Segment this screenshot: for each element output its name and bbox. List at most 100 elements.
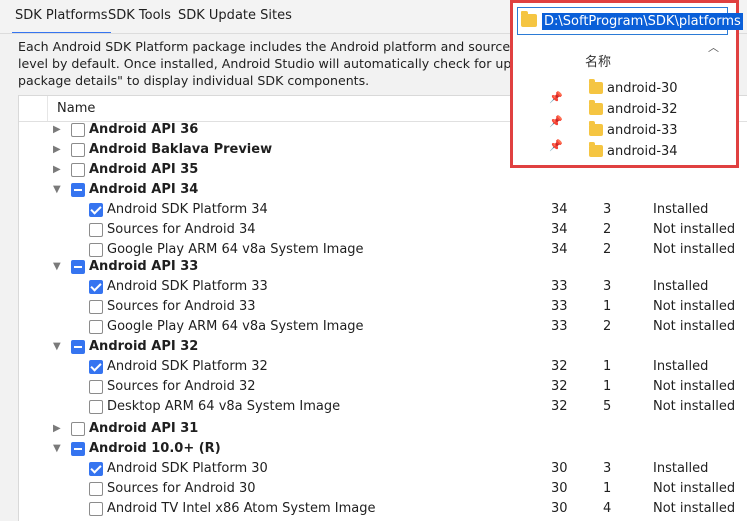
chevron-right-icon[interactable]: ▶ [53, 164, 61, 175]
row-name: Sources for Android 30 [107, 481, 256, 496]
row-checkbox[interactable] [89, 223, 103, 237]
table-row[interactable]: Google Play ARM 64 v8a System Image 33 2 No… [19, 318, 747, 338]
chevron-right-icon[interactable]: ▶ [53, 124, 61, 135]
row-checkbox[interactable] [89, 502, 103, 516]
row-name: Desktop ARM 64 v8a System Image [107, 399, 341, 414]
table-row[interactable]: Sources for Android 33 33 1 Not installed [19, 298, 747, 318]
row-checkbox[interactable] [71, 183, 85, 197]
row-api-level: 34 [551, 202, 568, 217]
row-api-level: 33 [551, 279, 568, 294]
file-explorer-popup: D:\SoftProgram\SDK\platforms ︿ 名称 📌 📌 📌 … [510, 0, 743, 168]
row-name: Android API 31 [89, 421, 199, 436]
row-checkbox[interactable] [71, 143, 85, 157]
table-row[interactable]: Sources for Android 30 30 1 Not installed [19, 480, 747, 500]
row-name: Android API 33 [89, 259, 199, 274]
row-revision: 3 [603, 202, 612, 217]
tab-sdk-tools[interactable]: SDK Tools [108, 8, 171, 23]
row-api-level: 34 [551, 222, 568, 237]
chevron-down-icon[interactable]: ▼ [53, 184, 61, 195]
row-name: Android SDK Platform 30 [107, 461, 268, 476]
folder-icon [589, 79, 603, 94]
table-group-row[interactable]: ▼ Android API 33 [19, 258, 747, 278]
row-api-level: 30 [551, 481, 568, 496]
row-status: Installed [653, 461, 709, 476]
header-divider [47, 96, 48, 121]
chevron-right-icon[interactable]: ▶ [53, 144, 61, 155]
tab-sdk-update-sites[interactable]: SDK Update Sites [178, 8, 292, 23]
folder-icon [589, 100, 603, 115]
chevron-down-icon[interactable]: ▼ [53, 261, 61, 272]
table-group-row[interactable]: ▼ Android 10.0+ (R) [19, 440, 747, 460]
table-row[interactable]: Android SDK Platform 33 33 3 Installed [19, 278, 747, 298]
folder-icon [521, 11, 537, 27]
row-checkbox[interactable] [89, 300, 103, 314]
table-row[interactable]: Desktop ARM 64 v8a System Image 32 5 Not in… [19, 398, 747, 418]
pin-icon[interactable]: 📌 [549, 91, 563, 104]
row-revision: 5 [603, 399, 612, 414]
row-checkbox[interactable] [89, 280, 103, 294]
row-status: Not installed [653, 399, 736, 414]
row-checkbox[interactable] [71, 422, 85, 436]
row-name: Android API 34 [89, 182, 199, 197]
table-row[interactable]: Android SDK Platform 30 30 3 Installed [19, 460, 747, 480]
description-line-1: Each Android SDK Platform package includ… [18, 39, 518, 54]
row-name: Sources for Android 32 [107, 379, 256, 394]
table-group-row[interactable]: ▼ Android API 32 [19, 338, 747, 358]
row-checkbox[interactable] [89, 243, 103, 257]
folder-name: android-34 [607, 144, 678, 159]
row-status: Installed [653, 202, 709, 217]
table-row[interactable]: Android SDK Platform 34 34 3 Installed [19, 201, 747, 221]
table-group-row[interactable]: ▶ Android API 31 [19, 420, 747, 440]
row-name: Sources for Android 33 [107, 299, 256, 314]
row-status: Not installed [653, 299, 736, 314]
row-checkbox[interactable] [71, 163, 85, 177]
row-checkbox[interactable] [89, 482, 103, 496]
row-checkbox[interactable] [89, 203, 103, 217]
row-name: Android SDK Platform 34 [107, 202, 268, 217]
chevron-down-icon[interactable]: ▼ [53, 341, 61, 352]
description-line-2: level by default. Once installed, Androi… [18, 56, 518, 71]
folder-icon [589, 121, 603, 136]
row-revision: 1 [603, 299, 612, 314]
table-row[interactable]: Android TV Intel x86 Atom System Image 30… [19, 500, 747, 520]
row-status: Not installed [653, 501, 736, 516]
address-path[interactable]: D:\SoftProgram\SDK\platforms [542, 13, 743, 30]
row-checkbox[interactable] [71, 442, 85, 456]
address-bar[interactable]: D:\SoftProgram\SDK\platforms [517, 7, 743, 35]
table-row[interactable]: Sources for Android 34 34 2 Not installed [19, 221, 747, 241]
chevron-up-icon[interactable]: ︿ [708, 39, 719, 55]
table-row[interactable]: Sources for Android 32 32 1 Not installed [19, 378, 747, 398]
row-revision: 2 [603, 222, 612, 237]
table-row[interactable]: Android SDK Platform 32 32 1 Installed [19, 358, 747, 378]
pin-icon[interactable]: 📌 [549, 139, 563, 152]
row-status: Not installed [653, 242, 736, 257]
row-checkbox[interactable] [89, 320, 103, 334]
row-checkbox[interactable] [89, 360, 103, 374]
pin-icon[interactable]: 📌 [549, 115, 563, 128]
row-checkbox[interactable] [89, 462, 103, 476]
row-name: Android Baklava Preview [89, 142, 273, 157]
row-checkbox[interactable] [89, 380, 103, 394]
row-name: Android API 32 [89, 339, 199, 354]
column-header-name[interactable]: Name [57, 101, 95, 116]
row-name: Google Play ARM 64 v8a System Image [107, 242, 364, 257]
row-status: Installed [653, 279, 709, 294]
row-checkbox[interactable] [71, 123, 85, 137]
row-checkbox[interactable] [89, 400, 103, 414]
row-api-level: 33 [551, 299, 568, 314]
chevron-right-icon[interactable]: ▶ [53, 423, 61, 434]
row-name: Android TV Intel x86 Atom System Image [107, 501, 376, 516]
row-status: Not installed [653, 222, 736, 237]
chevron-down-icon[interactable]: ▼ [53, 443, 61, 454]
column-header-name[interactable]: 名称 [585, 51, 611, 70]
row-checkbox[interactable] [71, 260, 85, 274]
folder-name: android-32 [607, 102, 678, 117]
folder-icon [589, 142, 603, 157]
tab-sdk-platforms[interactable]: SDK Platforms [12, 8, 111, 34]
row-revision: 3 [603, 279, 612, 294]
table-group-row[interactable]: ▼ Android API 34 [19, 181, 747, 201]
row-revision: 2 [603, 242, 612, 257]
row-checkbox[interactable] [71, 340, 85, 354]
row-status: Not installed [653, 481, 736, 496]
row-status: Not installed [653, 319, 736, 334]
